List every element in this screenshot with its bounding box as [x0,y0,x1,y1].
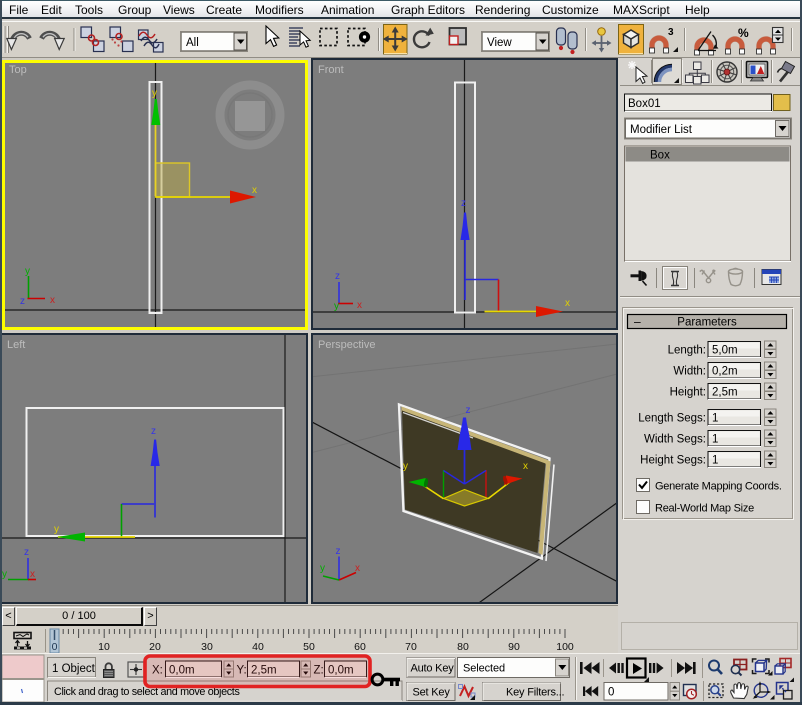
svg-text:z: z [336,546,341,557]
svg-text:z: z [335,271,340,282]
svg-text:Box: Box [650,150,670,162]
svg-text:60: 60 [354,641,366,653]
svg-text:y: y [54,524,59,535]
svg-text:x: x [565,298,570,309]
svg-text:20: 20 [149,641,161,653]
svg-text:Set Key: Set Key [413,687,451,699]
svg-text:0,2m: 0,2m [712,366,738,378]
svg-text:1 Object: 1 Object [52,663,96,675]
svg-text:Height:: Height: [670,387,706,399]
svg-text:Parameters: Parameters [677,317,737,329]
svg-text:1: 1 [712,413,718,425]
svg-text:y: y [320,563,325,574]
svg-text:1: 1 [712,434,718,446]
svg-text:70: 70 [405,641,417,653]
svg-text:x: x [357,300,362,311]
svg-text:2,5m: 2,5m [712,387,738,399]
svg-text:Width:: Width: [673,366,706,378]
svg-text:y: y [403,461,408,472]
svg-text:Length Segs:: Length Segs: [638,413,706,425]
svg-text:View: View [487,37,512,49]
svg-text:Length:: Length: [668,345,706,357]
svg-text:All: All [186,37,199,49]
svg-text:Height Segs:: Height Segs: [640,455,706,467]
svg-text:%: % [738,26,749,40]
svg-text:10: 10 [98,641,110,653]
svg-text:0: 0 [52,641,58,653]
svg-text:–: – [634,315,641,329]
svg-text:y: y [334,301,339,312]
svg-text:Box01: Box01 [628,98,661,110]
svg-text:x: x [523,461,528,472]
svg-text:y: y [152,88,157,99]
svg-text:40: 40 [252,641,264,653]
svg-text:Selected: Selected [463,663,505,675]
svg-text:Modifier List: Modifier List [630,124,693,136]
svg-text:Auto Key: Auto Key [411,663,455,675]
svg-text:z: z [461,198,466,209]
svg-text:x: x [252,185,257,196]
svg-text:x: x [50,295,55,306]
svg-text:z: z [20,296,25,307]
svg-text:x: x [30,569,35,580]
svg-text:z: z [466,405,471,416]
svg-text:Key Filters...: Key Filters... [506,687,564,699]
svg-text:z: z [151,426,156,437]
svg-text:5,0m: 5,0m [712,345,738,357]
svg-text:0: 0 [608,687,614,699]
svg-text:Generate Mapping Coords.: Generate Mapping Coords. [655,481,782,493]
svg-text:y: y [25,266,30,277]
svg-text:x: x [355,563,360,574]
svg-text:Real-World Map Size: Real-World Map Size [655,503,754,515]
svg-text:3: 3 [668,27,674,38]
svg-text:Width Segs:: Width Segs: [644,434,706,446]
svg-text:80: 80 [457,641,469,653]
svg-text:90: 90 [508,641,520,653]
svg-text:30: 30 [201,641,213,653]
svg-text:z: z [24,547,29,558]
svg-text:y: y [2,569,7,580]
svg-text:1: 1 [712,455,718,467]
svg-text:50: 50 [303,641,315,653]
svg-text:100: 100 [556,641,574,653]
